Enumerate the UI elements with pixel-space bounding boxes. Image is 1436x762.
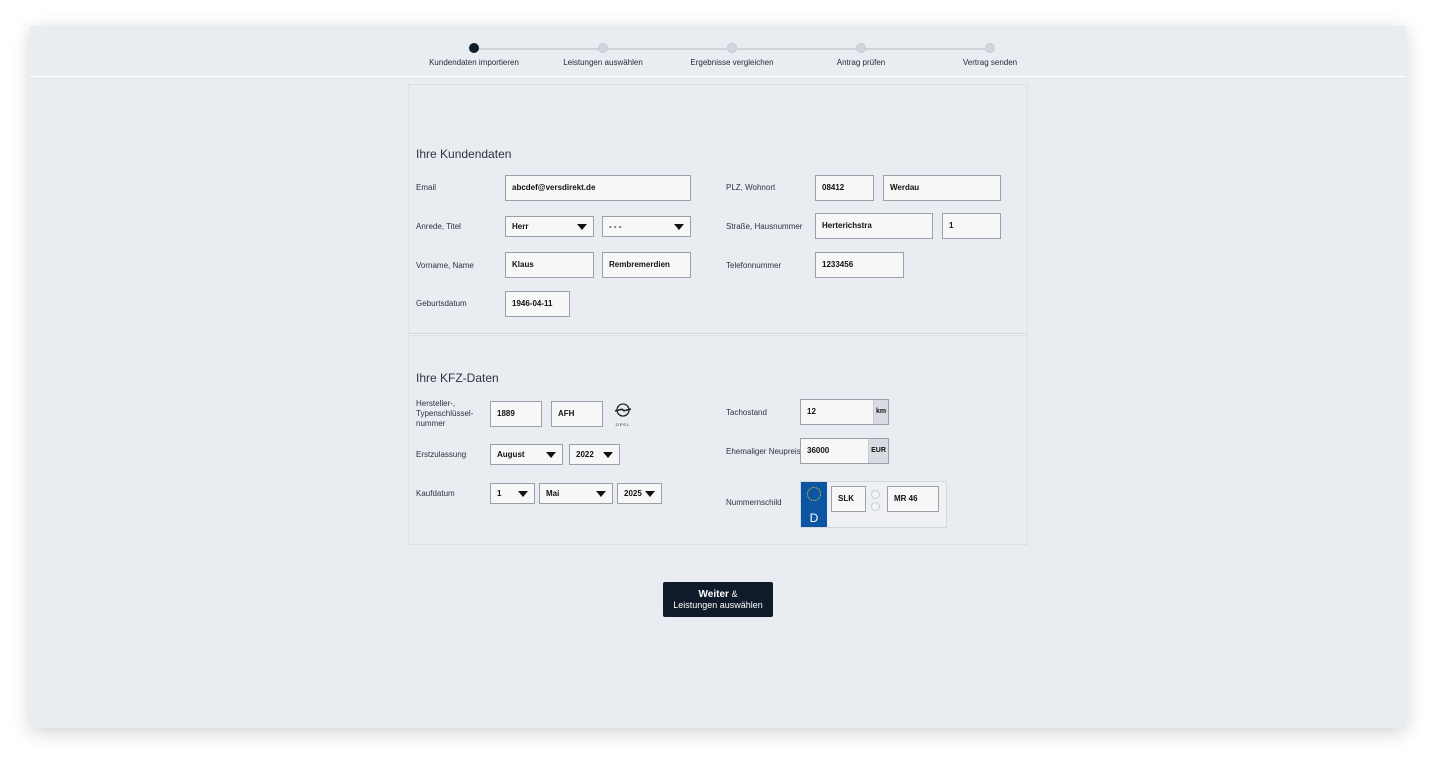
purchase-month-select[interactable]: Mai: [539, 483, 613, 504]
chevron-down-icon: [577, 224, 587, 230]
name-label: Vorname, Name: [416, 261, 474, 270]
purchase-month-value: Mai: [546, 489, 560, 498]
next-button-secondary: Leistungen auswählen: [673, 600, 763, 610]
email-field[interactable]: abcdef@versdirekt.de: [505, 175, 691, 201]
purchase-day-select[interactable]: 1: [490, 483, 535, 504]
customer-data-panel: Ihre Kundendaten Email abcdef@versdirekt…: [408, 84, 1028, 334]
street-label: Straße, Hausnummer: [726, 222, 803, 231]
title-select[interactable]: - - -: [602, 216, 691, 237]
chevron-down-icon: [674, 224, 684, 230]
chevron-down-icon: [645, 491, 655, 497]
salutation-value: Herr: [512, 222, 529, 231]
next-button-primary: Weiter: [698, 589, 729, 600]
plate-radio-1[interactable]: [871, 490, 880, 499]
mileage-field[interactable]: 12 km: [800, 399, 889, 425]
phone-field[interactable]: 1233456: [815, 252, 904, 278]
step-ergebnisse[interactable]: Ergebnisse vergleichen: [667, 43, 797, 67]
plate-district-field[interactable]: SLK: [831, 486, 866, 512]
plate-country: D: [809, 511, 819, 525]
plate-radio-2[interactable]: [871, 502, 880, 511]
price-value: 36000: [807, 446, 830, 455]
street-field[interactable]: Herterichstra: [815, 213, 933, 239]
purchase-date-label: Kaufdatum: [416, 489, 455, 498]
customer-section-title: Ihre Kundendaten: [416, 147, 512, 161]
step-leistungen[interactable]: Leistungen auswählen: [538, 43, 668, 67]
vehicle-data-panel: Ihre KFZ-Daten Hersteller-, Typenschlüss…: [408, 335, 1028, 545]
purchase-year-value: 2025: [624, 489, 642, 498]
birthdate-label: Geburtsdatum: [416, 299, 467, 308]
step-dot: [856, 43, 866, 53]
phone-label: Telefonnummer: [726, 261, 782, 270]
step-vertrag[interactable]: Vertrag senden: [925, 43, 1055, 67]
step-dot: [985, 43, 995, 53]
salutation-label: Anrede, Titel: [416, 222, 461, 231]
license-plate: D SLK MR 46: [800, 481, 947, 528]
birthdate-field[interactable]: 1946-04-11: [505, 291, 570, 317]
zip-field[interactable]: 08412: [815, 175, 874, 201]
chevron-down-icon: [603, 452, 613, 458]
step-label: Antrag prüfen: [836, 58, 886, 67]
chevron-down-icon: [546, 452, 556, 458]
opel-brand-text: OPEL: [615, 422, 631, 427]
mileage-label: Tachostand: [726, 408, 767, 417]
step-kundendaten[interactable]: Kundendaten importieren: [409, 43, 539, 67]
price-field[interactable]: 36000 EUR: [800, 438, 889, 464]
title-value: - - -: [609, 222, 622, 231]
salutation-select[interactable]: Herr: [505, 216, 594, 237]
next-button-ampersand: &: [728, 589, 738, 599]
registration-year-select[interactable]: 2022: [569, 444, 620, 465]
email-label: Email: [416, 183, 437, 192]
plate-label: Nummernschild: [726, 498, 782, 507]
purchase-day-value: 1: [497, 489, 502, 498]
step-dot-active: [469, 43, 479, 53]
mileage-unit: km: [873, 400, 888, 424]
price-unit: EUR: [868, 439, 888, 463]
step-antrag[interactable]: Antrag prüfen: [796, 43, 926, 67]
plate-number-field[interactable]: MR 46: [887, 486, 939, 512]
step-label: Leistungen auswählen: [563, 58, 643, 67]
opel-logo-icon: OPEL: [611, 403, 635, 427]
last-name-field[interactable]: Rembremerdien: [602, 252, 691, 278]
hsn-tsn-label: Hersteller-, Typenschlüssel-nummer: [416, 399, 474, 428]
zip-city-label: PLZ, Wohnort: [726, 183, 776, 192]
registration-month-value: August: [497, 450, 525, 459]
step-label: Ergebnisse vergleichen: [690, 58, 774, 67]
vehicle-section-title: Ihre KFZ-Daten: [416, 371, 499, 385]
first-name-field[interactable]: Klaus: [505, 252, 594, 278]
registration-month-select[interactable]: August: [490, 444, 563, 465]
hsn-field[interactable]: 1889: [490, 401, 542, 427]
city-field[interactable]: Werdau: [883, 175, 1001, 201]
registration-label: Erstzulassung: [416, 450, 467, 459]
step-label: Kundendaten importieren: [429, 58, 519, 67]
mileage-value: 12: [807, 407, 816, 416]
step-label: Vertrag senden: [962, 58, 1018, 67]
house-number-field[interactable]: 1: [942, 213, 1001, 239]
purchase-year-select[interactable]: 2025: [617, 483, 662, 504]
registration-year-value: 2022: [576, 450, 594, 459]
price-label: Ehemaliger Neupreis: [726, 447, 801, 456]
tsn-field[interactable]: AFH: [551, 401, 603, 427]
eu-stars-icon: [807, 487, 821, 501]
app-window: Kundendaten importieren Leistungen auswä…: [30, 26, 1406, 728]
progress-stepper: Kundendaten importieren Leistungen auswä…: [30, 26, 1406, 77]
eu-band: D: [801, 482, 827, 527]
step-dot: [727, 43, 737, 53]
next-button[interactable]: Weiter & Leistungen auswählen: [663, 582, 773, 617]
chevron-down-icon: [596, 491, 606, 497]
chevron-down-icon: [518, 491, 528, 497]
step-dot: [598, 43, 608, 53]
